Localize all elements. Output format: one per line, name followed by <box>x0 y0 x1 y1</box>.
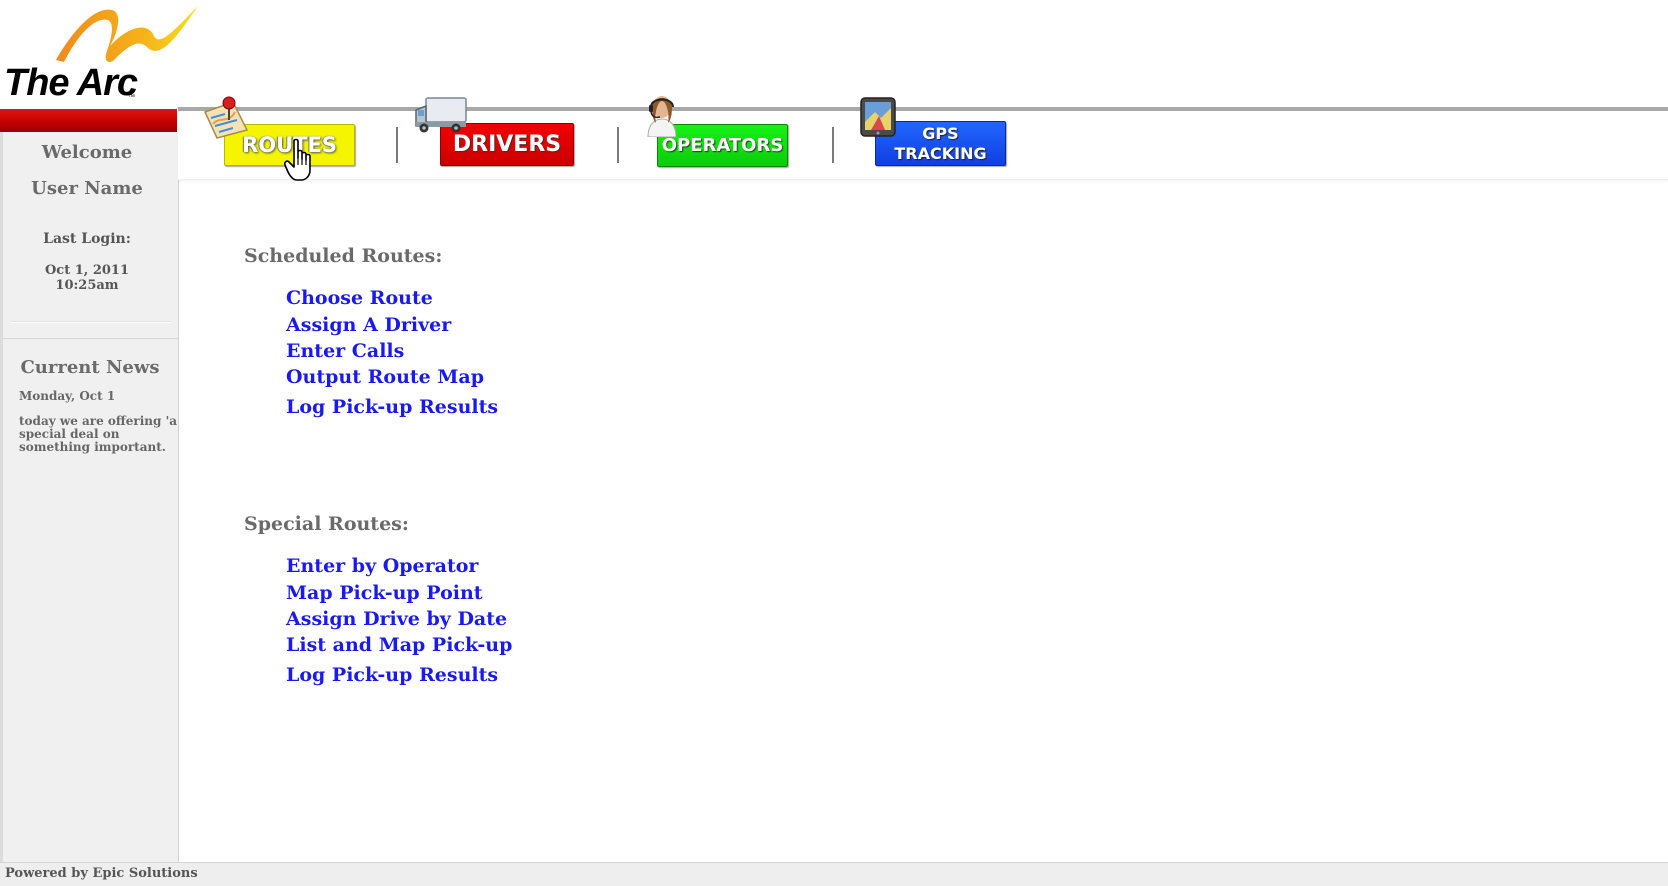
last-login-datetime: Oct 1, 2011 10:25am <box>3 263 171 293</box>
last-login-label: Last Login: <box>43 231 131 247</box>
sidebar-red-bar <box>0 109 177 132</box>
logo-text: The Arc <box>4 62 138 104</box>
truck-icon <box>415 97 467 133</box>
map-pin-icon <box>203 96 249 139</box>
nav-divider <box>396 127 398 163</box>
footer: Powered by Epic Solutions <box>0 862 1668 886</box>
operators-button-label: OPERATORS <box>661 135 784 156</box>
last-login-time: 10:25am <box>55 278 119 293</box>
headset-operator-icon <box>647 96 677 137</box>
news-title: Current News <box>20 357 160 378</box>
list-and-map-pickup-link[interactable]: List and Map Pick-up <box>286 634 512 656</box>
log-pickup-results-link[interactable]: Log Pick-up Results <box>286 396 498 418</box>
sidebar-divider <box>3 338 179 339</box>
output-route-map-link[interactable]: Output Route Map <box>286 366 484 388</box>
gps-button-label-line2: TRACKING <box>894 143 987 163</box>
news-body: today we are offering 'a special deal on… <box>19 414 178 454</box>
welcome-label: Welcome <box>41 142 133 163</box>
gps-button-label-line1: GPS <box>922 123 959 143</box>
nav-divider <box>617 127 619 163</box>
user-name: User Name <box>31 178 143 199</box>
last-login-date: Oct 1, 2011 <box>44 263 130 278</box>
assign-drive-by-date-link[interactable]: Assign Drive by Date <box>286 608 507 630</box>
map-pickup-point-link[interactable]: Map Pick-up Point <box>286 582 483 604</box>
nav-divider <box>832 127 834 163</box>
choose-route-link[interactable]: Choose Route <box>286 287 433 309</box>
arc-logo[interactable]: The Arc ™ <box>0 0 210 108</box>
enter-by-operator-link[interactable]: Enter by Operator <box>286 555 478 577</box>
special-log-pickup-results-link[interactable]: Log Pick-up Results <box>286 664 498 686</box>
logo-trademark: ™ <box>128 94 135 101</box>
arc-swoosh-icon <box>56 6 198 62</box>
news-date: Monday, Oct 1 <box>19 389 116 403</box>
enter-calls-link[interactable]: Enter Calls <box>286 340 404 362</box>
drivers-button-label: DRIVERS <box>452 132 562 157</box>
assign-driver-link[interactable]: Assign A Driver <box>286 314 451 336</box>
footer-text: Powered by Epic Solutions <box>5 866 198 881</box>
sidebar-divider <box>11 321 171 323</box>
scheduled-routes-title: Scheduled Routes: <box>244 245 443 267</box>
sidebar: Welcome User Name Last Login: Oct 1, 201… <box>0 132 179 862</box>
gps-device-icon <box>860 97 896 137</box>
hand-cursor-icon <box>284 138 311 181</box>
special-routes-title: Special Routes: <box>244 513 409 535</box>
